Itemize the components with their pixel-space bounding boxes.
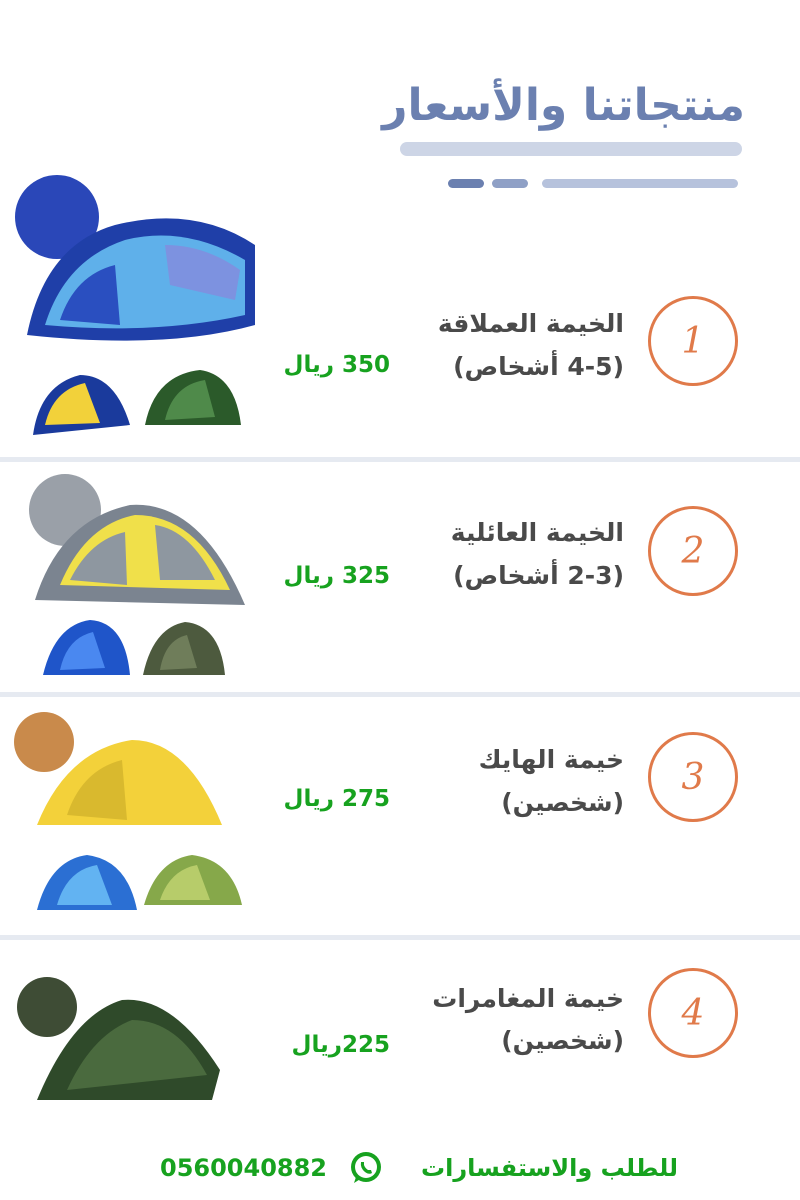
- decor-dash-2: [492, 179, 528, 188]
- section-divider: [0, 692, 800, 697]
- tent-image: [29, 474, 245, 675]
- order-inquiries-text: للطلب والاستفسارات: [420, 1154, 678, 1182]
- decor-dash-1: [448, 179, 484, 188]
- product-capacity: (شخصين): [501, 1026, 624, 1055]
- product-capacity: (2-3 أشخاص): [453, 561, 624, 590]
- tent-image: [15, 175, 255, 435]
- phone-number-link[interactable]: 0560040882: [160, 1154, 327, 1182]
- product-capacity: (شخصين): [501, 788, 624, 817]
- product-number-badge: 3: [648, 732, 738, 822]
- whatsapp-icon[interactable]: [348, 1150, 384, 1186]
- product-name: خيمة المغامرات: [432, 984, 624, 1013]
- product-number-badge: 1: [648, 296, 738, 386]
- product-capacity: (4-5 أشخاص): [453, 352, 624, 381]
- section-divider: [0, 935, 800, 940]
- product-name: الخيمة العائلية: [450, 518, 624, 547]
- tent-image: [17, 977, 220, 1100]
- page-title: منتجاتنا والأسعار: [382, 80, 745, 131]
- decor-dash-3: [542, 179, 738, 188]
- title-underline: [400, 142, 742, 156]
- product-number-badge: 2: [648, 506, 738, 596]
- product-name: خيمة الهايك: [478, 745, 624, 774]
- product-number-badge: 4: [648, 968, 738, 1058]
- tent-image: [14, 712, 242, 910]
- product-name: الخيمة العملاقة: [437, 309, 624, 338]
- section-divider: [0, 457, 800, 462]
